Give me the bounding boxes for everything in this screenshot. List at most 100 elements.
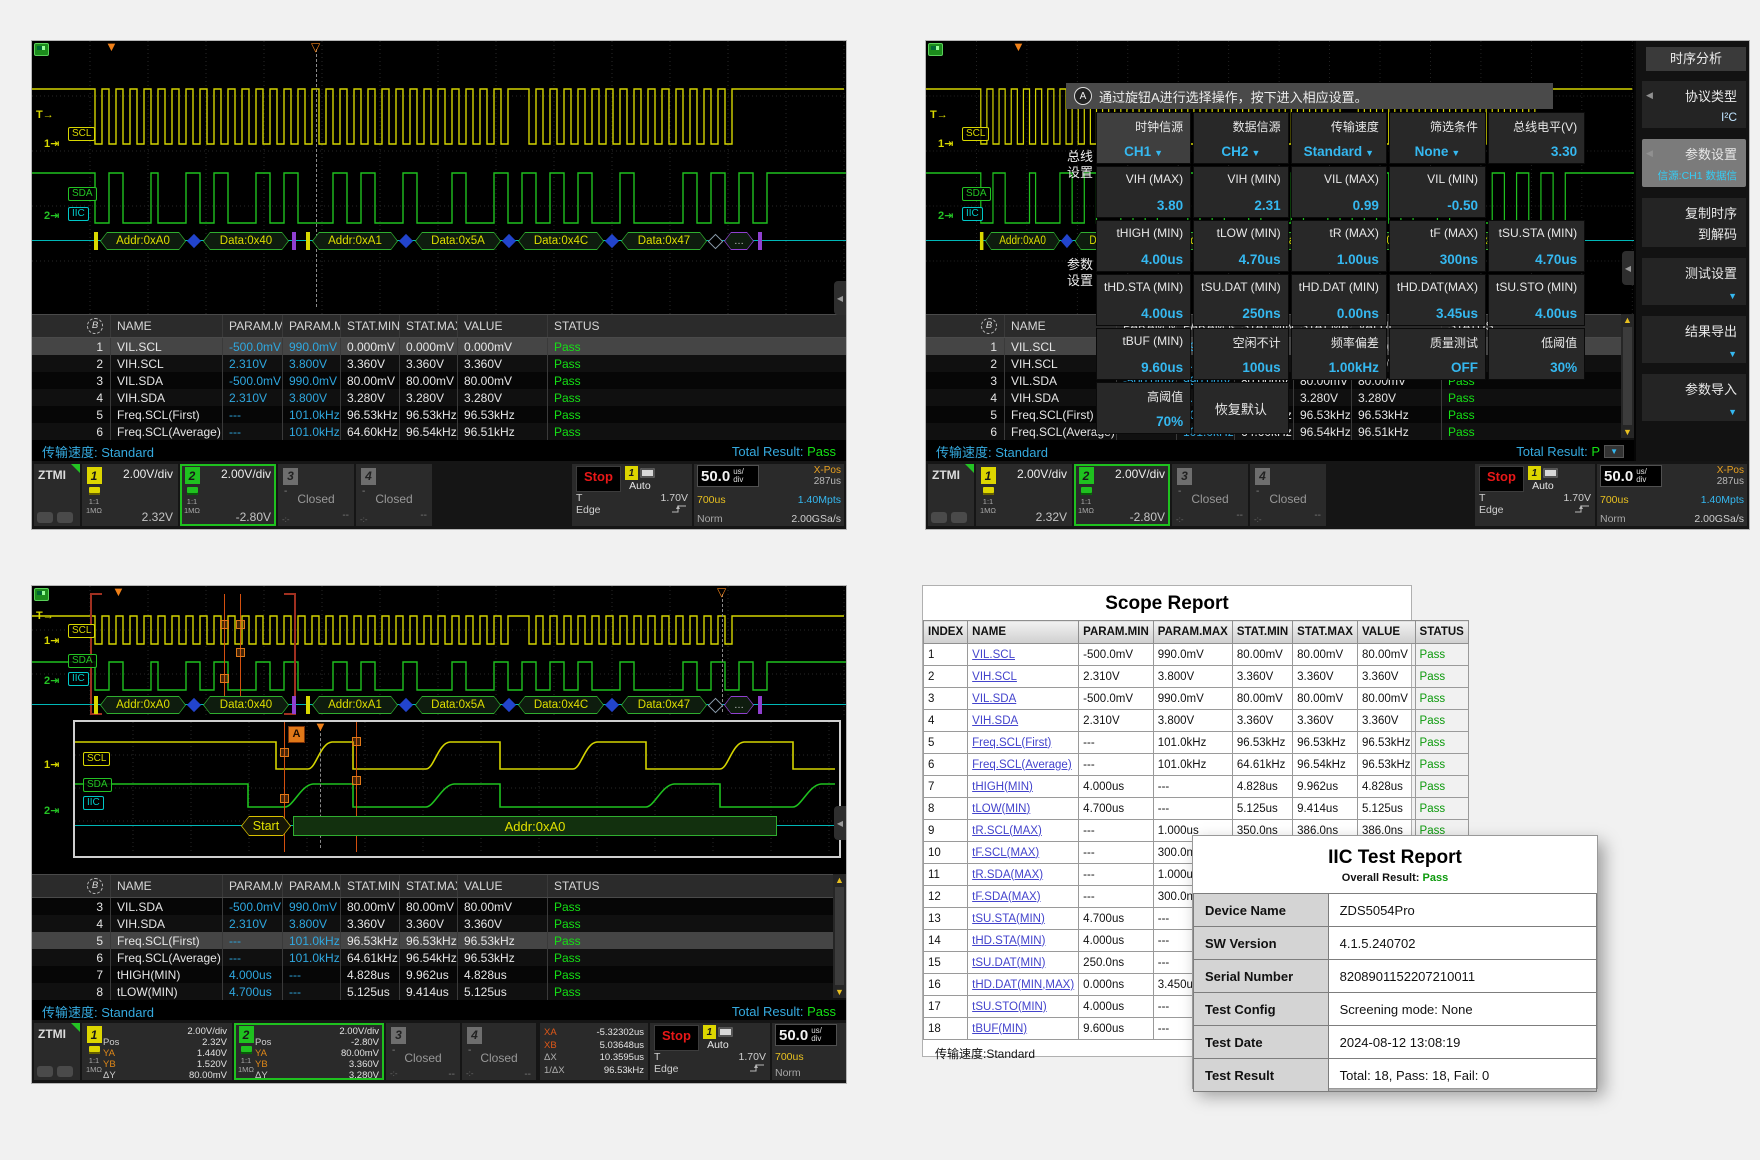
- dialog-setting-cell[interactable]: VIL (MIN)-0.50: [1389, 166, 1486, 218]
- measurement-row[interactable]: 2VIH.SCL2.310V3.800V3.360V3.360V3.360VPa…: [32, 355, 846, 372]
- cursor-handle-icon[interactable]: [280, 748, 289, 757]
- delay-marker-icon[interactable]: ▽: [311, 42, 320, 52]
- ch1-ground-marker[interactable]: 1⇥: [44, 634, 59, 647]
- param-link[interactable]: tLOW(MIN): [972, 803, 1030, 815]
- param-link[interactable]: VIL.SCL: [972, 649, 1015, 661]
- param-link[interactable]: VIH.SDA: [972, 715, 1018, 727]
- drag-icon[interactable]: [951, 512, 967, 523]
- trigger-block[interactable]: Stop 1 Auto T1.70V Edge: [650, 1023, 770, 1080]
- trigger-block[interactable]: Stop 1 Auto T1.70V Edge: [572, 464, 692, 526]
- dialog-setting-cell[interactable]: tSU.DAT (MIN)250ns: [1193, 274, 1289, 326]
- ch1-ground-marker[interactable]: 1⇥: [938, 137, 953, 150]
- sidebar-item-4[interactable]: 测试设置▼: [1642, 258, 1746, 305]
- param-link[interactable]: tHD.STA(MIN): [972, 935, 1045, 947]
- dialog-setting-cell[interactable]: 空闲不计100us: [1193, 328, 1289, 380]
- dialog-setting-cell[interactable]: tBUF (MIN)9.60us: [1096, 328, 1191, 380]
- cursor-handle-icon[interactable]: [352, 776, 361, 785]
- dialog-setting-cell[interactable]: 时钟信源CH1▼: [1096, 112, 1191, 164]
- dialog-setting-cell[interactable]: 传输速度Standard▼: [1291, 112, 1387, 164]
- param-link[interactable]: tF.SCL(MAX): [972, 847, 1039, 859]
- param-link[interactable]: tSU.DAT(MIN): [972, 957, 1045, 969]
- restore-default-button[interactable]: 恢复默认: [1193, 382, 1289, 434]
- dialog-setting-cell[interactable]: 总线电平(V)3.30: [1488, 112, 1585, 164]
- ch1-ground-marker[interactable]: 1⇥: [44, 758, 59, 771]
- sidebar-item-1[interactable]: ◀协议类型I²C: [1642, 81, 1746, 128]
- measurement-row[interactable]: 1VIL.SCL-500.0mV990.0mV0.000mV0.000mV0.0…: [32, 338, 846, 355]
- trigger-position-marker-icon[interactable]: ▼: [1012, 42, 1025, 52]
- dialog-setting-cell[interactable]: tSU.STA (MIN)4.70us: [1488, 220, 1585, 272]
- menu-collapse-handle[interactable]: ◀: [1622, 251, 1634, 285]
- ch3-status-block[interactable]: 3 --:- Closed --: [1172, 464, 1248, 526]
- menu-collapse-handle[interactable]: ◀: [834, 281, 846, 315]
- measurement-row[interactable]: 7tHIGH(MIN)4.000us---4.828us9.962us4.828…: [32, 966, 846, 983]
- dialog-setting-cell[interactable]: tHD.STA (MIN)4.00us: [1096, 274, 1191, 326]
- measurement-row[interactable]: 6Freq.SCL(Average)---101.0kHz64.61kHz96.…: [32, 949, 846, 966]
- menu-collapse-handle[interactable]: ◀: [834, 806, 846, 840]
- measurement-row[interactable]: 4VIH.SDA2.310V3.800V3.360V3.360V3.360VPa…: [32, 915, 846, 932]
- table-scrollbar[interactable]: ▲▼: [1621, 314, 1634, 438]
- timebase-block[interactable]: 50.0us/ div X-Pos287us 700us1.40Mpts Nor…: [1597, 464, 1747, 526]
- dropdown-caret-icon[interactable]: ▼: [1451, 148, 1460, 158]
- param-link[interactable]: tR.SCL(MAX): [972, 825, 1042, 837]
- trigger-level-marker[interactable]: T→: [930, 109, 948, 121]
- cursor-handle-icon[interactable]: [220, 674, 229, 683]
- param-link[interactable]: tSU.STO(MIN): [972, 1001, 1047, 1013]
- dropdown-caret-icon[interactable]: ▼: [1251, 148, 1260, 158]
- dialog-setting-cell[interactable]: 高阈值70%: [1096, 382, 1191, 434]
- dialog-setting-cell[interactable]: tSU.STO (MIN)4.00us: [1488, 274, 1585, 326]
- dialog-setting-cell[interactable]: VIH (MAX)3.80: [1096, 166, 1191, 218]
- sidebar-item-6[interactable]: 参数导入▼: [1642, 374, 1746, 421]
- measurement-row[interactable]: 3VIL.SDA-500.0mV990.0mV80.00mV80.00mV80.…: [32, 898, 846, 915]
- cursor-a-badge[interactable]: A: [288, 726, 305, 743]
- ch2-status-block[interactable]: 2 1:11MΩ 2.00V/div-2.80V: [1074, 464, 1170, 526]
- scroll-page-down-icon[interactable]: ▼: [1604, 445, 1624, 458]
- measurement-row[interactable]: 5Freq.SCL(First)---101.0kHz96.53kHz96.53…: [32, 406, 846, 423]
- dropdown-caret-icon[interactable]: ▼: [1365, 148, 1374, 158]
- dialog-setting-cell[interactable]: tHIGH (MIN)4.00us: [1096, 220, 1191, 272]
- dialog-setting-cell[interactable]: 低阈值30%: [1488, 328, 1585, 380]
- ch4-status-block[interactable]: 4 --:- Closed --: [462, 1023, 536, 1080]
- ch1-status-block[interactable]: 1 1:11MΩ 2.00V/div2.32V: [82, 464, 178, 526]
- timebase-block[interactable]: 50.0us/ div X-Pos287us 700us1.40Mpts Nor…: [694, 464, 844, 526]
- scroll-up-icon[interactable]: ▲: [835, 874, 844, 886]
- param-link[interactable]: Freq.SCL(Average): [972, 759, 1072, 771]
- measurement-row[interactable]: 4VIH.SDA2.310V3.800V3.280V3.280V3.280VPa…: [32, 389, 846, 406]
- scroll-down-icon[interactable]: ▼: [835, 986, 844, 998]
- cursor-handle-icon[interactable]: [236, 648, 245, 657]
- dialog-setting-cell[interactable]: 质量测试OFF: [1389, 328, 1486, 380]
- trigger-position-marker-icon[interactable]: ▼: [112, 587, 125, 597]
- drag-icon[interactable]: [57, 1066, 73, 1077]
- ch1-status-block[interactable]: 1 1:11MΩ 2.00V/div2.32V: [976, 464, 1072, 526]
- param-link[interactable]: VIL.SDA: [972, 693, 1016, 705]
- touch-icon[interactable]: [37, 1066, 53, 1077]
- trigger-position-marker-icon[interactable]: ▼: [105, 42, 118, 52]
- dialog-setting-cell[interactable]: VIL (MAX)0.99: [1291, 166, 1387, 218]
- param-link[interactable]: VIH.SCL: [972, 671, 1017, 683]
- dialog-setting-cell[interactable]: tLOW (MIN)4.70us: [1193, 220, 1289, 272]
- ch3-status-block[interactable]: 3 --:- Closed --: [278, 464, 354, 526]
- trigger-level-marker[interactable]: T→: [36, 109, 54, 121]
- scroll-down-icon[interactable]: ▼: [1623, 426, 1632, 438]
- cursor-handle-icon[interactable]: [236, 620, 245, 629]
- sidebar-item-3[interactable]: 复制时序到解码: [1642, 198, 1746, 247]
- drag-icon[interactable]: [57, 512, 73, 523]
- trigger-level-marker[interactable]: T→: [36, 610, 54, 622]
- measurement-row[interactable]: 3VIL.SDA-500.0mV990.0mV80.00mV80.00mV80.…: [32, 372, 846, 389]
- ch1-ground-marker[interactable]: 1⇥: [44, 137, 59, 150]
- ch2-status-block[interactable]: 2 1:11MΩ 2.00V/div Pos-2.80V YA80.00mV Y…: [234, 1023, 384, 1080]
- dropdown-caret-icon[interactable]: ▼: [1154, 148, 1163, 158]
- ch2-ground-marker[interactable]: 2⇥: [44, 209, 59, 222]
- sidebar-item-5[interactable]: 结果导出▼: [1642, 316, 1746, 363]
- dialog-setting-cell[interactable]: tHD.DAT (MIN)0.00ns: [1291, 274, 1387, 326]
- measurement-row[interactable]: 6Freq.SCL(Average)---101.0kHz64.60kHz96.…: [32, 423, 846, 440]
- ch1-status-block[interactable]: 1 1:11MΩ 2.00V/div Pos2.32V YA1.440V YB1…: [82, 1023, 232, 1080]
- param-link[interactable]: tR.SDA(MAX): [972, 869, 1043, 881]
- touch-icon[interactable]: [37, 512, 53, 523]
- scroll-up-icon[interactable]: ▲: [1623, 314, 1632, 326]
- cursor-a-line[interactable]: [224, 594, 225, 710]
- ch2-status-block[interactable]: 2 1:11MΩ 2.00V/div-2.80V: [180, 464, 276, 526]
- sidebar-item-2[interactable]: ◀参数设置信源:CH1 数据信: [1642, 139, 1746, 187]
- dialog-setting-cell[interactable]: 频率偏差1.00kHz: [1291, 328, 1387, 380]
- ch2-ground-marker[interactable]: 2⇥: [938, 209, 953, 222]
- measurement-row[interactable]: 8tLOW(MIN)4.700us---5.125us9.414us5.125u…: [32, 983, 846, 1000]
